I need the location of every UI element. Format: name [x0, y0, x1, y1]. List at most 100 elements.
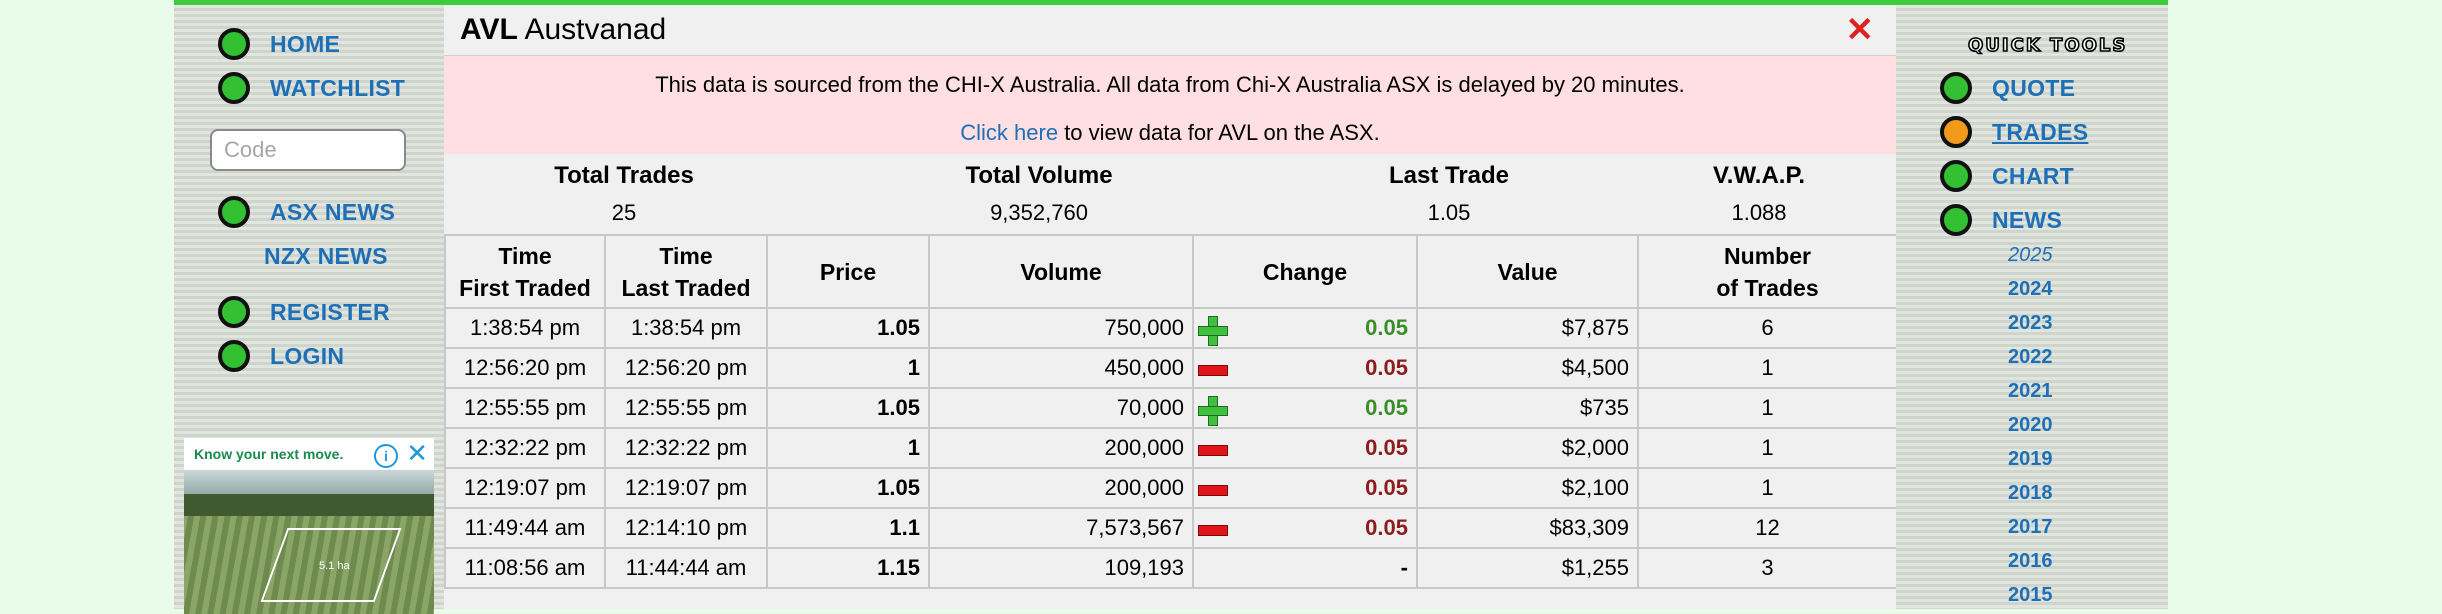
- close-icon[interactable]: ✕: [1846, 13, 1875, 47]
- cell-volume: 200,000: [928, 427, 1194, 469]
- news-year-link[interactable]: 2020: [2008, 408, 2053, 442]
- cell-last-traded: 12:56:20 pm: [604, 347, 768, 389]
- change-value: 0.05: [1365, 395, 1408, 420]
- nav-nzx-news[interactable]: NZX NEWS: [264, 239, 388, 273]
- nav-asx-news[interactable]: ASX NEWS: [218, 195, 395, 229]
- news-year-link[interactable]: 2017: [2008, 510, 2053, 544]
- cell-value: $2,100: [1416, 467, 1639, 509]
- cell-volume: 7,573,567: [928, 507, 1194, 549]
- table-row: 11:49:44 am 12:14:10 pm 1.1 7,573,567 0.05 $8…: [444, 507, 1898, 549]
- nav-watchlist[interactable]: WATCHLIST: [218, 71, 405, 105]
- nav-home-label: HOME: [270, 30, 341, 57]
- cell-price: 1.05: [766, 467, 930, 509]
- nav-quote[interactable]: QUOTE: [1940, 71, 2075, 105]
- minus-icon: [1198, 525, 1228, 536]
- minus-icon: [1198, 445, 1228, 456]
- nav-trades-label: TRADES: [1992, 118, 2089, 145]
- left-sidebar: HOME WATCHLIST ASX NEWS NZX NEWS REGISTE…: [174, 5, 444, 614]
- nav-asx-news-label: ASX NEWS: [270, 198, 396, 225]
- news-year-link[interactable]: 2019: [2008, 442, 2053, 476]
- total-volume-label: Total Volume: [965, 162, 1113, 189]
- cell-change: 0.05: [1192, 307, 1418, 349]
- col-header-volume[interactable]: Volume: [928, 234, 1194, 309]
- vwap-value: 1.088: [1731, 200, 1787, 225]
- table-row: 12:56:20 pm 12:56:20 pm 1 450,000 0.05 $4,500…: [444, 347, 1898, 389]
- orange-dot-icon: [1940, 116, 1972, 148]
- news-year-link[interactable]: 2024: [2008, 272, 2053, 306]
- green-dot-icon: [1940, 160, 1972, 192]
- quick-tools-title: QUICK TOOLS: [1967, 34, 2128, 57]
- info-icon[interactable]: i: [374, 444, 398, 468]
- col-header-change[interactable]: Change: [1192, 234, 1418, 309]
- news-year-link[interactable]: 2022: [2008, 340, 2053, 374]
- cell-change: 0.05: [1192, 467, 1418, 509]
- change-value: 0.05: [1365, 355, 1408, 380]
- total-volume-value: 9,352,760: [990, 200, 1088, 225]
- cell-value: $1,255: [1416, 547, 1639, 589]
- plus-icon: [1198, 316, 1228, 346]
- advertisement[interactable]: Know your next move. i ✕ 5.1 ha: [184, 438, 434, 614]
- cell-volume: 70,000: [928, 387, 1194, 429]
- news-year-link[interactable]: 2025: [2008, 238, 2053, 272]
- last-trade-value: 1.05: [1427, 200, 1471, 225]
- change-value: 0.05: [1365, 315, 1408, 340]
- nav-news-label: NEWS: [1992, 206, 2063, 233]
- cell-value: $735: [1416, 387, 1639, 429]
- cell-price: 1.05: [766, 387, 930, 429]
- nav-login[interactable]: LOGIN: [218, 339, 344, 373]
- nav-register[interactable]: REGISTER: [218, 295, 390, 329]
- news-year-link[interactable]: 2016: [2008, 544, 2053, 578]
- cell-num-trades: 1: [1637, 347, 1898, 389]
- cell-last-traded: 12:32:22 pm: [604, 427, 768, 469]
- cell-change: 0.05: [1192, 427, 1418, 469]
- change-value: 0.05: [1365, 515, 1408, 540]
- cell-first-traded: 1:38:54 pm: [444, 307, 606, 349]
- minus-icon: [1198, 485, 1228, 496]
- cell-num-trades: 6: [1637, 307, 1898, 349]
- nav-home[interactable]: HOME: [218, 27, 340, 61]
- cell-value: $7,875: [1416, 307, 1639, 349]
- stock-code: AVL: [460, 13, 518, 46]
- news-year-link[interactable]: 2015: [2008, 578, 2053, 612]
- col-header-last-traded[interactable]: Time Last Traded: [604, 234, 768, 309]
- ad-image-trees: [184, 494, 434, 516]
- news-year-link[interactable]: 2023: [2008, 306, 2053, 340]
- cell-num-trades: 3: [1637, 547, 1898, 589]
- nav-trades[interactable]: TRADES: [1940, 115, 2088, 149]
- cell-first-traded: 12:56:20 pm: [444, 347, 606, 389]
- cell-price: 1.05: [766, 307, 930, 349]
- asx-data-link[interactable]: Click here: [960, 120, 1058, 145]
- summary-total-volume: Total Volume 9,352,760: [914, 162, 1164, 226]
- green-dot-icon: [218, 28, 250, 60]
- col-header-value[interactable]: Value: [1416, 234, 1639, 309]
- code-search-input[interactable]: [210, 129, 406, 171]
- col-header-price[interactable]: Price: [766, 234, 930, 309]
- table-row: 11:08:56 am 11:44:44 am 1.15 109,193 - $1,255…: [444, 547, 1898, 589]
- cell-change: 0.05: [1192, 387, 1418, 429]
- green-dot-icon: [218, 196, 250, 228]
- news-year-link[interactable]: 2021: [2008, 374, 2053, 408]
- nav-nzx-news-label: NZX NEWS: [264, 242, 388, 269]
- total-trades-value: 25: [611, 200, 637, 225]
- trades-panel: AVL Austvanad ✕ This data is sourced fro…: [444, 5, 1898, 609]
- cell-num-trades: 1: [1637, 467, 1898, 509]
- change-value: 0.05: [1365, 435, 1408, 460]
- col-header-first-traded[interactable]: Time First Traded: [444, 234, 606, 309]
- close-icon[interactable]: ✕: [406, 440, 428, 466]
- green-dot-icon: [1940, 204, 1972, 236]
- news-year-link[interactable]: 2018: [2008, 476, 2053, 510]
- nav-news[interactable]: NEWS: [1940, 203, 2062, 237]
- notice-line-2-rest: to view data for AVL on the ASX.: [1058, 120, 1380, 145]
- cell-last-traded: 12:19:07 pm: [604, 467, 768, 509]
- nav-login-label: LOGIN: [270, 342, 345, 369]
- data-source-notice: This data is sourced from the CHI-X Aust…: [444, 56, 1896, 154]
- cell-num-trades: 12: [1637, 507, 1898, 549]
- trades-table: Time First Traded Time Last Traded Price V…: [444, 234, 1898, 589]
- nav-chart[interactable]: CHART: [1940, 159, 2074, 193]
- col-header-num-trades[interactable]: Number of Trades: [1637, 234, 1898, 309]
- notice-line-2: Click here to view data for AVL on the A…: [444, 120, 1896, 146]
- panel-header: AVL Austvanad ✕: [444, 5, 1896, 55]
- total-trades-label: Total Trades: [554, 162, 694, 189]
- cell-change: -: [1192, 547, 1418, 589]
- cell-last-traded: 12:14:10 pm: [604, 507, 768, 549]
